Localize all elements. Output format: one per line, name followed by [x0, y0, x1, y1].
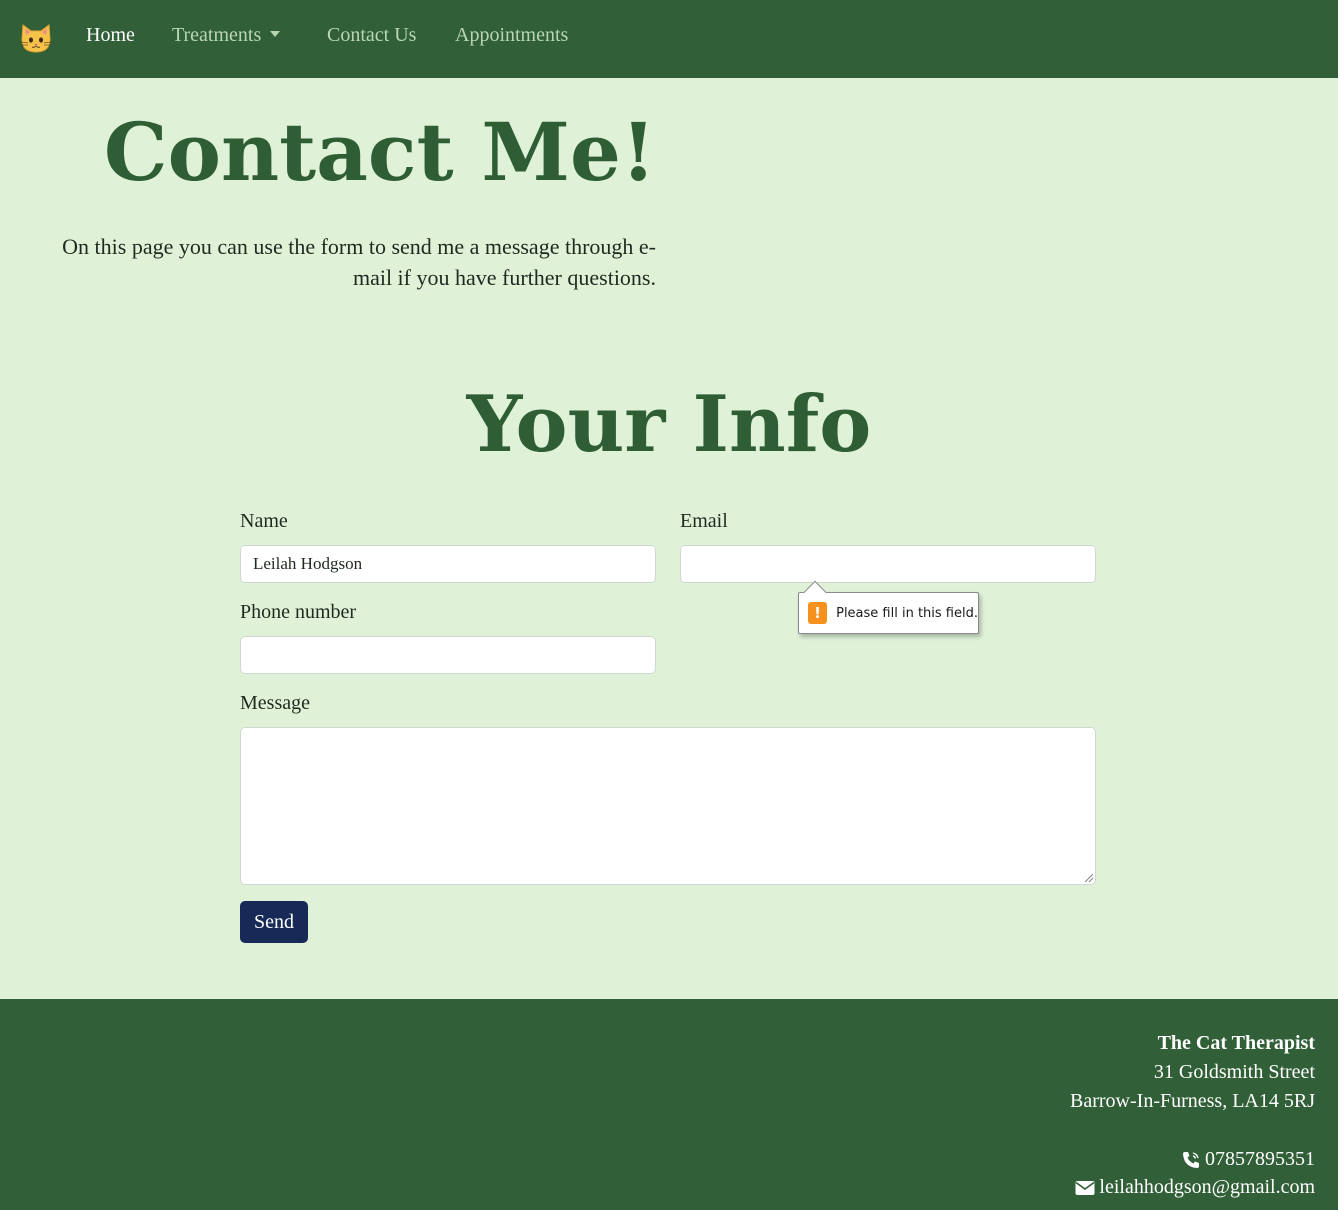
- intro-text: On this page you can use the form to sen…: [20, 231, 656, 293]
- email-label: Email: [680, 510, 728, 532]
- message-label: Message: [240, 692, 310, 714]
- footer-phone[interactable]: 07857895351: [1181, 1148, 1315, 1171]
- chevron-down-icon: [270, 31, 281, 37]
- tooltip-arrow: [803, 580, 827, 604]
- send-button[interactable]: Send: [240, 901, 308, 943]
- footer: The Cat Therapist 31 Goldsmith Street Ba…: [0, 999, 1338, 1210]
- nav-appointments-link[interactable]: Appointments: [455, 24, 568, 47]
- footer-phone-text: 07857895351: [1205, 1148, 1315, 1170]
- phone-input[interactable]: [240, 636, 656, 674]
- message-textarea[interactable]: [240, 727, 1096, 885]
- form-title: Your Info: [466, 379, 872, 470]
- nav-treatments-dropdown[interactable]: Treatments: [172, 24, 281, 47]
- name-label: Name: [240, 510, 288, 532]
- nav-home-link[interactable]: Home: [86, 24, 135, 47]
- tooltip-text: Please fill in this field.: [836, 605, 978, 621]
- cat-face-icon[interactable]: [19, 21, 53, 55]
- footer-address-line2: Barrow-In-Furness, LA14 5RJ: [1070, 1090, 1315, 1112]
- top-navbar: Home Treatments Contact Us Appointments: [0, 0, 1338, 78]
- name-input[interactable]: Leilah Hodgson: [240, 545, 656, 583]
- email-input[interactable]: [680, 545, 1096, 583]
- envelope-icon: [1075, 1180, 1095, 1195]
- footer-address-line1: 31 Goldsmith Street: [1153, 1061, 1315, 1083]
- nav-treatments-label: Treatments: [172, 24, 262, 46]
- phone-label: Phone number: [240, 601, 357, 623]
- page-title: Contact Me!: [103, 105, 656, 199]
- warning-icon: !: [808, 602, 828, 624]
- intro-text-line1: On this page you can use the form to sen…: [62, 234, 656, 259]
- footer-business-name: The Cat Therapist: [1157, 1032, 1315, 1054]
- phone-icon: [1183, 1151, 1199, 1168]
- footer-email-text: leilahhodgson@gmail.com: [1099, 1176, 1315, 1198]
- resize-handle-icon[interactable]: [1085, 874, 1093, 882]
- validation-tooltip: ! Please fill in this field.: [798, 580, 979, 634]
- footer-email[interactable]: leilahhodgson@gmail.com: [1075, 1176, 1315, 1199]
- intro-text-line2: mail if you have further questions.: [352, 265, 656, 290]
- nav-contact-link[interactable]: Contact Us: [327, 24, 416, 47]
